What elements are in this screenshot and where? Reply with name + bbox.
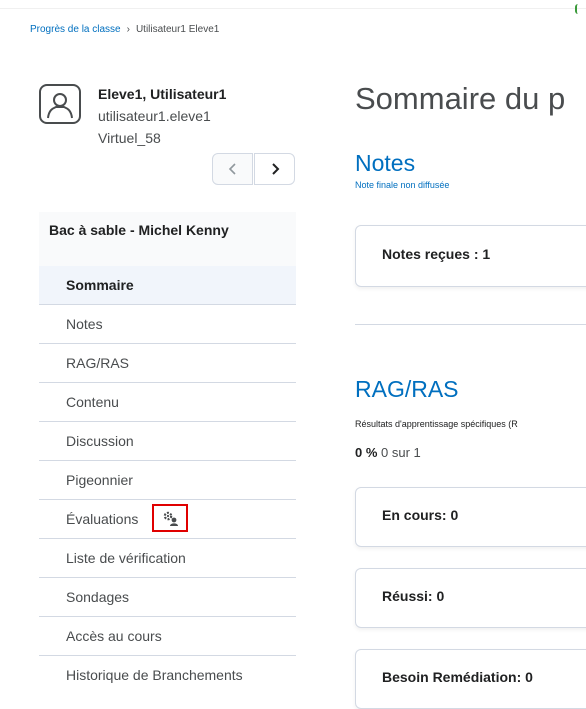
avatar — [39, 84, 81, 124]
course-name: Bac à sable - Michel Kenny — [49, 222, 229, 238]
chevron-right-icon — [271, 163, 279, 175]
user-org: Virtuel_58 — [98, 130, 161, 146]
sidebar-item-label: Sondages — [66, 589, 130, 605]
sidebar-item-pigeonnier[interactable]: Pigeonnier — [39, 461, 296, 500]
user-name: Eleve1, Utilisateur1 — [98, 86, 227, 102]
user-pager — [212, 153, 296, 185]
passed-card[interactable]: Réussi: 0 — [355, 568, 586, 628]
gear-icon — [163, 511, 178, 526]
breadcrumb: Progrès de la classe › Utilisateur1 Eleve1 — [30, 24, 219, 35]
page-title: Sommaire du p — [355, 81, 566, 116]
gear-user-icon[interactable] — [152, 504, 188, 532]
previous-user-button[interactable] — [212, 153, 253, 185]
section-divider — [355, 324, 586, 325]
remediation-card[interactable]: Besoin Remédiation: 0 — [355, 649, 586, 709]
sidebar-item-label: Discussion — [66, 433, 134, 449]
user-login: utilisateur1.eleve1 — [98, 108, 211, 124]
notes-heading[interactable]: Notes — [355, 150, 415, 177]
notes-subtitle: Note finale non diffusée — [355, 180, 450, 190]
top-border — [0, 0, 586, 9]
corner-indicator — [575, 4, 583, 14]
rag-heading[interactable]: RAG/RAS — [355, 376, 459, 403]
sidebar-item-label: Sommaire — [66, 277, 134, 293]
sidebar-item-label: RAG/RAS — [66, 355, 130, 371]
remediation-label: Besoin Remédiation: 0 — [382, 669, 533, 685]
rag-percent: 0 % — [355, 445, 378, 460]
passed-label: Réussi: 0 — [382, 588, 445, 604]
sidebar-item-label: Accès au cours — [66, 628, 162, 644]
breadcrumb-separator-icon: › — [126, 24, 130, 35]
sidebar-item-sommaire[interactable]: Sommaire — [39, 266, 296, 305]
sidebar-item-acces-cours[interactable]: Accès au cours — [39, 617, 296, 656]
sidebar-item-rag-ras[interactable]: RAG/RAS — [39, 344, 296, 383]
notes-received-label: Notes reçues : 1 — [382, 246, 491, 262]
rag-subtitle: Résultats d'apprentissage spécifiques (R — [355, 419, 518, 429]
breadcrumb-current: Utilisateur1 Eleve1 — [135, 24, 220, 35]
breadcrumb-parent-link[interactable]: Progrès de la classe — [30, 24, 121, 35]
next-user-button[interactable] — [254, 153, 295, 185]
sidebar-nav: Sommaire Notes RAG/RAS Contenu Discussio… — [39, 266, 296, 695]
course-header — [39, 212, 296, 266]
sidebar-item-notes[interactable]: Notes — [39, 305, 296, 344]
sidebar-item-label: Liste de vérification — [66, 550, 186, 566]
sidebar-item-sondages[interactable]: Sondages — [39, 578, 296, 617]
sidebar-item-label: Pigeonnier — [66, 472, 133, 488]
chevron-left-icon — [228, 163, 236, 175]
sidebar: Bac à sable - Michel Kenny Sommaire Note… — [39, 212, 296, 698]
notes-received-card[interactable]: Notes reçues : 1 — [355, 225, 586, 287]
sidebar-item-liste-verification[interactable]: Liste de vérification — [39, 539, 296, 578]
sidebar-item-label: Notes — [66, 316, 103, 332]
sidebar-item-label: Historique de Branchements — [66, 667, 243, 683]
sidebar-item-label: Contenu — [66, 394, 119, 410]
sidebar-item-historique-branchements[interactable]: Historique de Branchements — [39, 656, 296, 695]
rag-count: 0 sur 1 — [381, 445, 421, 460]
user-icon — [47, 93, 73, 119]
sidebar-item-evaluations[interactable]: Évaluations — [39, 500, 296, 539]
in-progress-label: En cours: 0 — [382, 507, 459, 523]
in-progress-card[interactable]: En cours: 0 — [355, 487, 586, 547]
sidebar-item-contenu[interactable]: Contenu — [39, 383, 296, 422]
sidebar-item-discussion[interactable]: Discussion — [39, 422, 296, 461]
rag-progress: 0 % 0 sur 1 — [355, 445, 421, 460]
sidebar-item-label: Évaluations — [66, 511, 139, 527]
